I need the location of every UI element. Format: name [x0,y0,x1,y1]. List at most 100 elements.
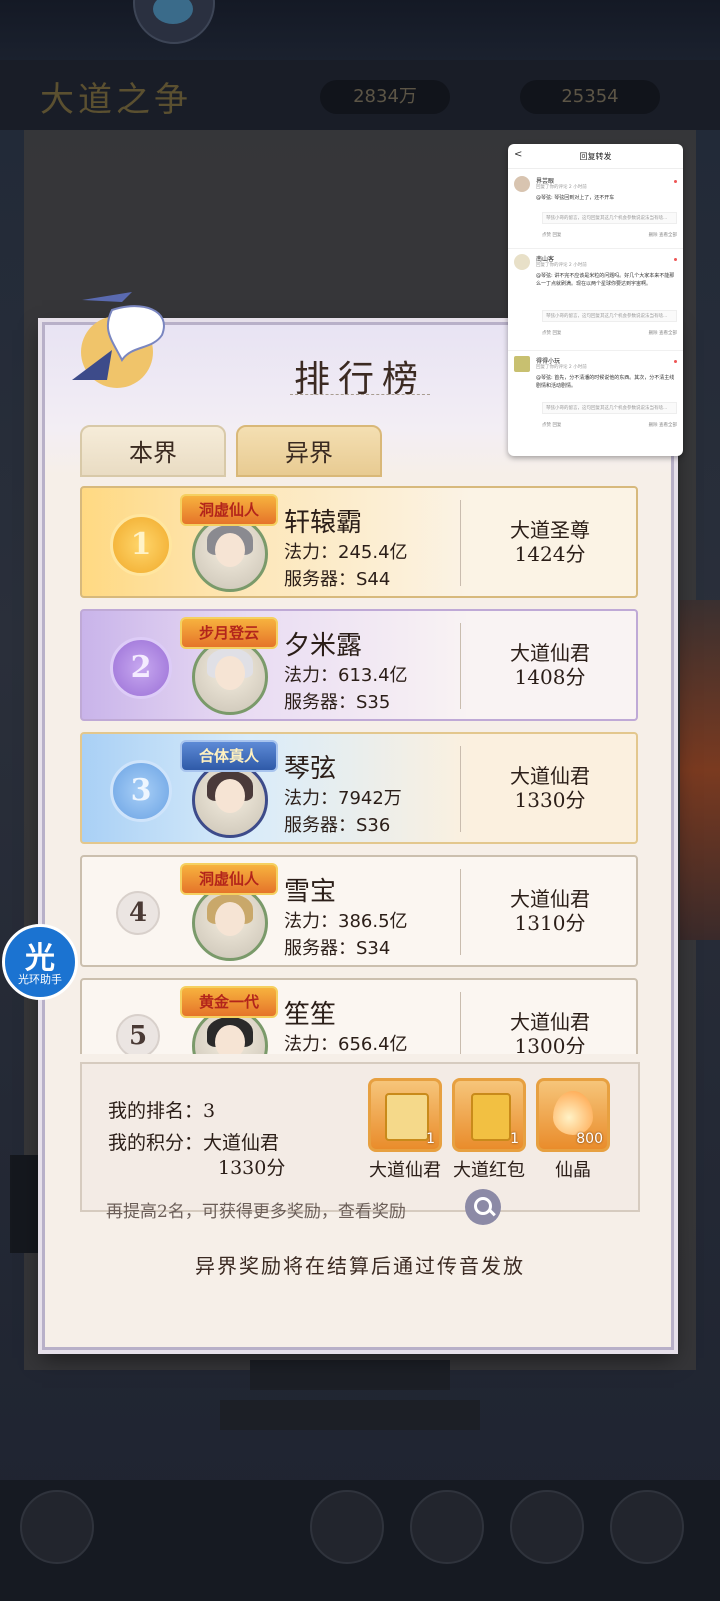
player-power: 法力：386.5亿 [284,911,408,932]
player-avatar [192,516,268,592]
background-art [680,600,720,940]
divider [460,992,461,1054]
rank-medal-purple: 2 [110,637,172,699]
overlay-title: 回复转发 [579,152,612,161]
player-title-badge: 黄金一代 [180,986,278,1018]
reward-hint[interactable]: 再提高2名，可获得更多奖励，查看奖励 [106,1197,406,1222]
ranking-row[interactable]: 2 步月登云 夕米露 法力：613.4亿 服务器：S35 大道仙君 1408分 [80,609,638,721]
player-rank-title: 大道仙君 1300分 [510,1010,590,1054]
player-rank-title: 大道仙君 1310分 [510,887,590,935]
unread-dot [674,360,677,363]
background-avatar [133,0,215,44]
my-score-value: 1330分 [218,1157,286,1179]
background-text-row [250,1360,450,1390]
reply-item[interactable]: 得得小玩 回复了你的评论 2 小时前 @琴弦: 首先，分不清潘的时候说他的东西。… [514,356,677,436]
background-nav-button [410,1490,484,1564]
ranking-row[interactable]: 5 黄金一代 笙笙 法力：656.4亿 大道仙君 1300分 [80,978,638,1054]
reward-label: 仙晶 [555,1160,591,1181]
player-avatar [192,639,268,715]
player-title-badge: 洞虚仙人 [180,494,278,526]
background-back-button [20,1490,94,1564]
player-server: 服务器：S36 [284,815,391,836]
tab-other-realm[interactable]: 异界 [236,425,382,477]
background-side-box [10,1155,46,1253]
title-ornament [290,394,430,401]
quoted-comment: 琴弦小哥的留言，这句回复其这几个机会参数说说法当有啥... [542,402,677,414]
reward-title-item[interactable]: 1 [368,1078,442,1152]
player-name: 琴弦 [284,754,337,784]
background-title: 大道之争 [40,80,192,120]
reply-actions: 点赞 回复 删除 查看全部 [542,330,677,336]
quoted-comment: 琴弦小哥的留言，这句回复其这几个机会参数说说法当有啥... [542,310,677,322]
player-server: 服务器：S35 [284,692,391,713]
reward-footer-note: 异界奖励将在结算后通过传音发放 [195,1254,525,1278]
player-power: 法力：245.4亿 [284,542,408,563]
more-button: 删除 查看全部 [648,423,677,428]
ranking-list[interactable]: 1 洞虚仙人 轩辕霸 法力：245.4亿 服务器：S44 大道圣尊 1424分 2… [80,484,640,1054]
my-rank: 我的排名：3 [108,1100,216,1122]
player-title-badge: 合体真人 [180,740,278,772]
divider [508,350,683,351]
rank-number: 5 [116,1014,160,1054]
reply-time: 回复了你的评论 2 小时前 [536,185,587,190]
like-button[interactable]: 点赞 [542,233,551,238]
reply-actions: 点赞 回复 删除 查看全部 [542,422,677,428]
divider [460,746,461,832]
player-name: 夕米露 [284,631,363,661]
reply-button[interactable]: 回复 [552,233,561,238]
ranking-row[interactable]: 1 洞虚仙人 轩辕霸 法力：245.4亿 服务器：S44 大道圣尊 1424分 [80,486,638,598]
assistant-label: 光环助手 [18,973,62,986]
ranking-row[interactable]: 4 洞虚仙人 雪宝 法力：386.5亿 服务器：S34 大道仙君 1310分 [80,855,638,967]
divider [460,500,461,586]
background-resource-left: 2834万 [320,80,450,114]
unread-dot [674,180,677,183]
reply-button[interactable]: 回复 [552,331,561,336]
more-button: 删除 查看全部 [648,331,677,336]
divider [460,869,461,955]
reward-red-packet-item[interactable]: 1 [452,1078,526,1152]
reply-actions: 点赞 回复 删除 查看全部 [542,232,677,238]
reply-time: 回复了你的评论 2 小时前 [536,365,587,370]
player-name: 轩辕霸 [284,508,363,538]
background-nav-button [310,1490,384,1564]
rank-medal-blue: 3 [110,760,172,822]
player-title-badge: 步月登云 [180,617,278,649]
player-rank-title: 大道仙君 1330分 [510,764,590,812]
reply-text: @琴弦: 首先，分不清潘的时候说他的东西。其次，分不清主线剧情和活动剧情。 [536,375,675,389]
reply-text: @琴弦: 讲不完不应该是米粒的问题吗。好几个大家本来不能那么一丁点就刷满。现在以… [536,273,675,287]
my-score: 我的积分：大道仙君 [108,1132,280,1154]
reply-item[interactable]: 界芸眼 回复了你的评论 2 小时前 @琴弦: 琴弦回到对上了，还不开车 琴弦小哥… [514,176,677,246]
background-resource-right: 25354 [520,80,660,114]
rank-number: 4 [116,891,160,935]
player-server: 服务器：S44 [284,569,391,590]
quoted-comment: 琴弦小哥的留言，这句回复其这几个机会参数说说法当有啥... [542,212,677,224]
rank-medal-gold: 1 [110,514,172,576]
reply-button[interactable]: 回复 [552,423,561,428]
avatar [514,356,530,372]
reply-text: @琴弦: 琴弦回到对上了，还不开车 [536,195,615,201]
overlay-header: < 回复转发 [508,144,683,169]
player-power: 法力：613.4亿 [284,665,408,686]
avatar [514,176,530,192]
background-text-row [220,1400,480,1430]
view-rewards-search-icon[interactable] [465,1189,501,1225]
like-button[interactable]: 点赞 [542,331,551,336]
like-button[interactable]: 点赞 [542,423,551,428]
divider [508,248,683,249]
reward-crystal-item[interactable]: 800 [536,1078,610,1152]
player-title-badge: 洞虚仙人 [180,863,278,895]
player-rank-title: 大道圣尊 1424分 [510,518,590,566]
ranking-row-self[interactable]: 3 合体真人 琴弦 法力：7942万 服务器：S36 大道仙君 1330分 [80,732,638,844]
divider [460,623,461,709]
reply-overlay[interactable]: < 回复转发 界芸眼 回复了你的评论 2 小时前 @琴弦: 琴弦回到对上了，还不… [508,144,683,456]
player-power: 法力：7942万 [284,788,402,809]
reply-item[interactable]: 南山客 回复了你的评论 2 小时前 @琴弦: 讲不完不应该是米粒的问题吗。好几个… [514,254,677,349]
player-name: 雪宝 [284,877,337,907]
avatar [514,254,530,270]
background-nav-button [610,1490,684,1564]
assistant-float-button[interactable]: 光 光环助手 [2,924,78,1000]
my-rank-box: 我的排名：3 我的积分：大道仙君 1330分 1 大道仙君 1 大道红包 800… [80,1062,640,1212]
tab-local-realm[interactable]: 本界 [80,425,226,477]
player-server: 服务器：S34 [284,938,391,959]
background-nav-button [510,1490,584,1564]
